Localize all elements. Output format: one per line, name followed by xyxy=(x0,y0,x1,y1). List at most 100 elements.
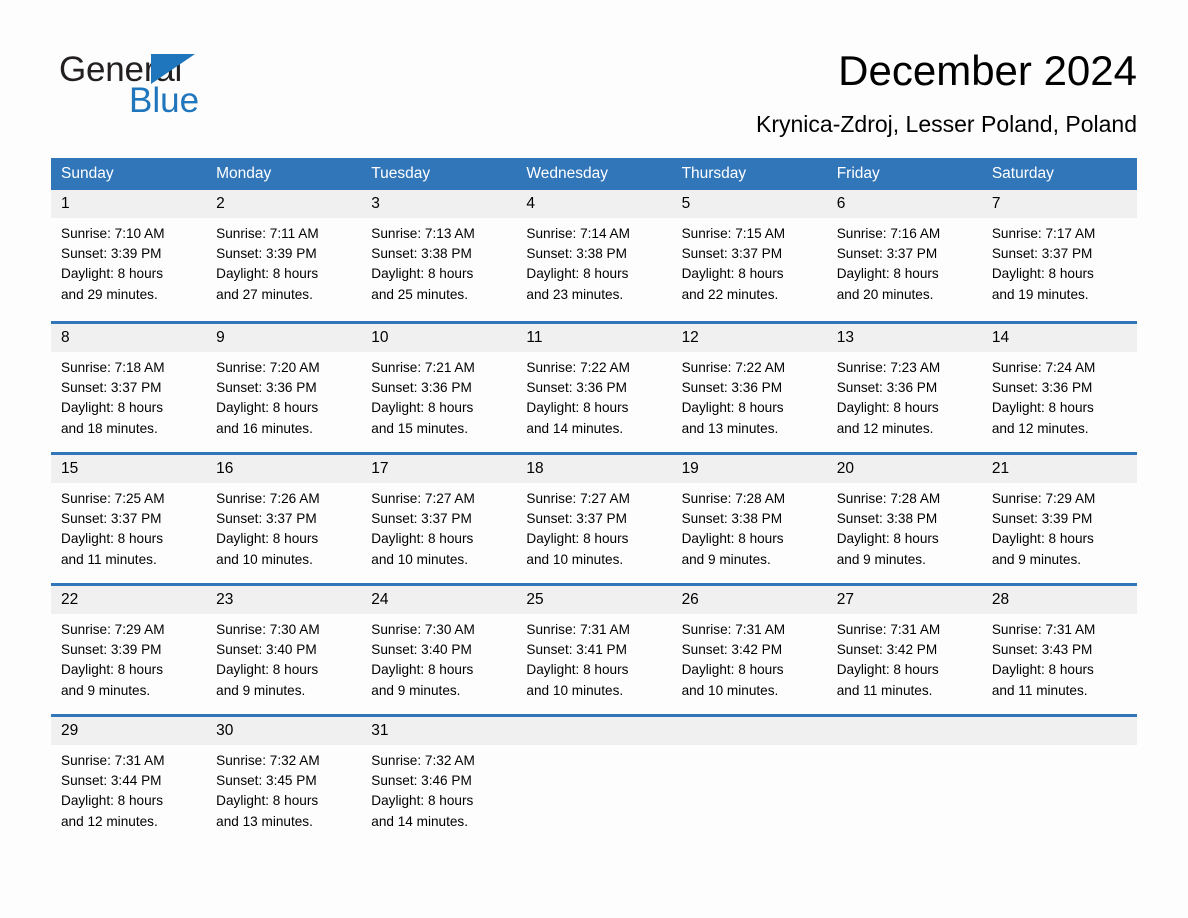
daylight-duration-line1: Daylight: 8 hours xyxy=(681,400,784,416)
sunset-time: Sunset: 3:36 PM xyxy=(526,380,627,396)
calendar-day-cell[interactable]: 1 Sunrise: 7:10 AM Sunset: 3:39 PM Daylight… xyxy=(51,190,207,321)
calendar-day-cell[interactable]: 13 Sunrise: 7:23 AM Sunset: 3:36 PM Dayligh… xyxy=(826,321,982,452)
daylight-duration-line2: and 23 minutes. xyxy=(526,286,624,302)
day-number: 24 xyxy=(361,586,517,614)
calendar-day-cell[interactable]: 28 Sunrise: 7:31 AM Sunset: 3:43 PM Dayligh… xyxy=(981,583,1137,714)
day-number: 2 xyxy=(206,190,362,218)
calendar-day-cell[interactable]: 25 Sunrise: 7:31 AM Sunset: 3:41 PM Dayligh… xyxy=(516,583,672,714)
calendar-day-cell[interactable]: 11 Sunrise: 7:22 AM Sunset: 3:36 PM Dayligh… xyxy=(516,321,672,452)
calendar-day-cell[interactable]: 12 Sunrise: 7:22 AM Sunset: 3:36 PM Dayligh… xyxy=(671,321,827,452)
daylight-duration-line2: and 9 minutes. xyxy=(61,682,151,698)
weekday-header-sunday: Sunday xyxy=(51,158,207,190)
day-cell-inner: 31 Sunrise: 7:32 AM Sunset: 3:46 PM Dayligh… xyxy=(361,714,517,845)
daylight-duration-line1: Daylight: 8 hours xyxy=(61,662,164,678)
day-number: 6 xyxy=(826,190,982,218)
day-cell-inner: 1 Sunrise: 7:10 AM Sunset: 3:39 PM Daylight… xyxy=(51,190,207,321)
daylight-duration-line1: Daylight: 8 hours xyxy=(371,400,474,416)
sunset-time: Sunset: 3:37 PM xyxy=(681,246,783,262)
day-details: Sunrise: 7:32 AM Sunset: 3:45 PM Daylight:… xyxy=(206,745,361,832)
day-number: 8 xyxy=(51,324,207,352)
calendar-day-cell[interactable]: 2 Sunrise: 7:11 AM Sunset: 3:39 PM Daylight… xyxy=(206,190,362,321)
daylight-duration-line2: and 14 minutes. xyxy=(526,420,624,436)
calendar-day-cell[interactable]: 8 Sunrise: 7:18 AM Sunset: 3:37 PM Daylight… xyxy=(51,321,207,452)
sunrise-time: Sunrise: 7:23 AM xyxy=(836,360,941,375)
calendar-day-cell[interactable]: 18 Sunrise: 7:27 AM Sunset: 3:37 PM Dayligh… xyxy=(516,452,672,583)
daylight-duration-line2: and 9 minutes. xyxy=(371,682,461,698)
calendar-day-cell[interactable]: 7 Sunrise: 7:17 AM Sunset: 3:37 PM Daylight… xyxy=(981,190,1137,321)
calendar-day-cell[interactable] xyxy=(671,714,827,845)
calendar-day-cell[interactable]: 17 Sunrise: 7:27 AM Sunset: 3:37 PM Dayligh… xyxy=(361,452,517,583)
calendar-header-row: Sunday Monday Tuesday Wednesday Thursday… xyxy=(51,158,1137,190)
day-cell-inner: 26 Sunrise: 7:31 AM Sunset: 3:42 PM Dayligh… xyxy=(671,583,827,714)
day-number: 21 xyxy=(981,455,1137,483)
calendar-day-cell[interactable]: 5 Sunrise: 7:15 AM Sunset: 3:37 PM Daylight… xyxy=(671,190,827,321)
day-details xyxy=(672,745,827,751)
day-cell-inner: 11 Sunrise: 7:22 AM Sunset: 3:36 PM Dayligh… xyxy=(516,321,672,452)
day-cell-inner xyxy=(826,714,982,845)
daylight-duration-line1: Daylight: 8 hours xyxy=(681,531,784,547)
sunset-time: Sunset: 3:37 PM xyxy=(61,511,162,527)
daylight-duration-line2: and 9 minutes. xyxy=(836,551,926,567)
day-number: 7 xyxy=(981,190,1137,218)
calendar-day-cell[interactable] xyxy=(826,714,982,845)
calendar-day-cell[interactable]: 21 Sunrise: 7:29 AM Sunset: 3:39 PM Dayligh… xyxy=(981,452,1137,583)
sunrise-time: Sunrise: 7:31 AM xyxy=(836,622,941,637)
day-number: 26 xyxy=(671,586,827,614)
day-details: Sunrise: 7:30 AM Sunset: 3:40 PM Daylight:… xyxy=(206,614,361,701)
calendar-day-cell[interactable]: 24 Sunrise: 7:30 AM Sunset: 3:40 PM Dayligh… xyxy=(361,583,517,714)
calendar-day-cell[interactable]: 6 Sunrise: 7:16 AM Sunset: 3:37 PM Daylight… xyxy=(826,190,982,321)
calendar-day-cell[interactable]: 23 Sunrise: 7:30 AM Sunset: 3:40 PM Dayligh… xyxy=(206,583,362,714)
sunrise-time: Sunrise: 7:31 AM xyxy=(991,622,1096,637)
calendar-week-row: 8 Sunrise: 7:18 AM Sunset: 3:37 PM Daylight… xyxy=(51,321,1137,452)
calendar-day-cell[interactable]: 19 Sunrise: 7:28 AM Sunset: 3:38 PM Dayligh… xyxy=(671,452,827,583)
day-cell-inner: 13 Sunrise: 7:23 AM Sunset: 3:36 PM Dayligh… xyxy=(826,321,982,452)
calendar-day-cell[interactable] xyxy=(981,714,1137,845)
calendar-day-cell[interactable]: 31 Sunrise: 7:32 AM Sunset: 3:46 PM Dayligh… xyxy=(361,714,517,845)
day-number: 15 xyxy=(51,455,207,483)
day-cell-inner xyxy=(981,714,1137,845)
sunrise-time: Sunrise: 7:13 AM xyxy=(371,226,475,241)
daylight-duration-line2: and 25 minutes. xyxy=(371,286,469,302)
day-details: Sunrise: 7:28 AM Sunset: 3:38 PM Daylight:… xyxy=(672,483,827,570)
daylight-duration-line2: and 10 minutes. xyxy=(526,551,624,567)
logo-text-blue: Blue xyxy=(129,81,200,120)
day-cell-inner: 9 Sunrise: 7:20 AM Sunset: 3:36 PM Daylight… xyxy=(206,321,362,452)
calendar-day-cell[interactable]: 27 Sunrise: 7:31 AM Sunset: 3:42 PM Dayligh… xyxy=(826,583,982,714)
weekday-header-thursday: Thursday xyxy=(671,158,827,190)
calendar-day-cell[interactable]: 30 Sunrise: 7:32 AM Sunset: 3:45 PM Dayligh… xyxy=(206,714,362,845)
daylight-duration-line2: and 22 minutes. xyxy=(681,286,779,302)
calendar-day-cell[interactable]: 29 Sunrise: 7:31 AM Sunset: 3:44 PM Dayligh… xyxy=(51,714,207,845)
day-cell-inner: 17 Sunrise: 7:27 AM Sunset: 3:37 PM Dayligh… xyxy=(361,452,517,583)
sunset-time: Sunset: 3:43 PM xyxy=(991,642,1093,658)
daylight-duration-line2: and 10 minutes. xyxy=(526,682,624,698)
day-number: 11 xyxy=(516,324,672,352)
calendar-day-cell[interactable]: 3 Sunrise: 7:13 AM Sunset: 3:38 PM Daylight… xyxy=(361,190,517,321)
calendar-day-cell[interactable] xyxy=(516,714,672,845)
sunset-time: Sunset: 3:39 PM xyxy=(216,246,317,262)
daylight-duration-line1: Daylight: 8 hours xyxy=(216,662,319,678)
sunset-time: Sunset: 3:37 PM xyxy=(216,511,317,527)
sunrise-time: Sunrise: 7:14 AM xyxy=(526,226,630,241)
calendar-day-cell[interactable]: 10 Sunrise: 7:21 AM Sunset: 3:36 PM Dayligh… xyxy=(361,321,517,452)
day-details: Sunrise: 7:29 AM Sunset: 3:39 PM Daylight:… xyxy=(51,614,206,701)
day-details: Sunrise: 7:31 AM Sunset: 3:42 PM Daylight:… xyxy=(827,614,982,701)
daylight-duration-line1: Daylight: 8 hours xyxy=(216,531,319,547)
calendar-day-cell[interactable]: 16 Sunrise: 7:26 AM Sunset: 3:37 PM Dayligh… xyxy=(206,452,362,583)
weekday-header-friday: Friday xyxy=(826,158,982,190)
daylight-duration-line1: Daylight: 8 hours xyxy=(526,531,629,547)
daylight-duration-line1: Daylight: 8 hours xyxy=(526,400,629,416)
day-details: Sunrise: 7:31 AM Sunset: 3:44 PM Daylight:… xyxy=(51,745,206,832)
sunset-time: Sunset: 3:39 PM xyxy=(61,642,162,658)
calendar-day-cell[interactable]: 20 Sunrise: 7:28 AM Sunset: 3:38 PM Dayligh… xyxy=(826,452,982,583)
calendar-day-cell[interactable]: 14 Sunrise: 7:24 AM Sunset: 3:36 PM Dayligh… xyxy=(981,321,1137,452)
weekday-header-saturday: Saturday xyxy=(981,158,1137,190)
calendar-day-cell[interactable]: 22 Sunrise: 7:29 AM Sunset: 3:39 PM Dayligh… xyxy=(51,583,207,714)
calendar-day-cell[interactable]: 15 Sunrise: 7:25 AM Sunset: 3:37 PM Dayligh… xyxy=(51,452,207,583)
calendar-day-cell[interactable]: 26 Sunrise: 7:31 AM Sunset: 3:42 PM Dayligh… xyxy=(671,583,827,714)
day-number: 31 xyxy=(361,717,517,745)
calendar-day-cell[interactable]: 4 Sunrise: 7:14 AM Sunset: 3:38 PM Daylight… xyxy=(516,190,672,321)
day-number: 25 xyxy=(516,586,672,614)
calendar-day-cell[interactable]: 9 Sunrise: 7:20 AM Sunset: 3:36 PM Daylight… xyxy=(206,321,362,452)
day-cell-inner: 21 Sunrise: 7:29 AM Sunset: 3:39 PM Dayligh… xyxy=(981,452,1137,583)
daylight-duration-line2: and 11 minutes. xyxy=(61,551,157,567)
